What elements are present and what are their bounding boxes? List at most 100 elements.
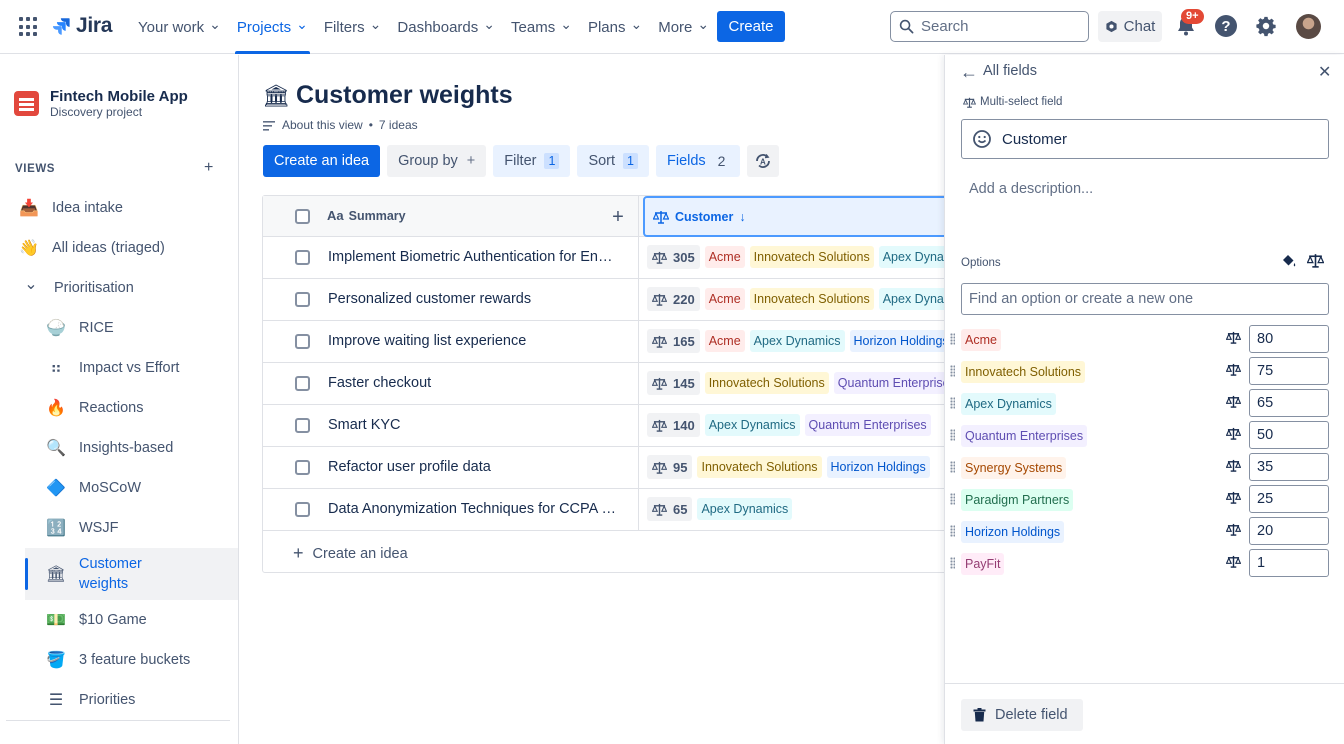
option-weight-input[interactable]: 20	[1249, 517, 1329, 545]
drag-handle-icon[interactable]	[950, 429, 955, 441]
option-tag[interactable]: Quantum Enterprises	[961, 425, 1088, 447]
sidebar-item-10-game[interactable]: 💵 $10 Game	[0, 600, 238, 640]
delete-field-button[interactable]: Delete field	[961, 699, 1083, 731]
option-weight-input[interactable]: 25	[1249, 485, 1329, 513]
option-tag[interactable]: Horizon Holdings	[961, 521, 1065, 543]
find-option-input[interactable]: Find an option or create a new one	[961, 283, 1329, 315]
row-checkbox[interactable]	[295, 502, 310, 517]
sidebar-item-all-ideas-triaged[interactable]: 👋 All ideas (triaged)	[0, 228, 238, 268]
option-weight-input[interactable]: 80	[1249, 325, 1329, 353]
nav-plans[interactable]: Plans ⌄	[580, 0, 650, 54]
sidebar-item-reactions[interactable]: 🔥 Reactions	[0, 388, 238, 428]
autosave-toggle-button[interactable]: A	[747, 145, 780, 177]
sidebar-item-idea-intake[interactable]: 📥 Idea intake	[0, 188, 238, 228]
drag-handle-icon[interactable]	[950, 461, 955, 473]
select-all-checkbox[interactable]	[295, 209, 310, 224]
description-input[interactable]: Add a description...	[969, 181, 1093, 197]
group-by-button[interactable]: Group by +	[387, 145, 487, 177]
sidebar-item-insights-based[interactable]: 🔍 Insights-based	[0, 428, 238, 468]
idea-summary[interactable]: Personalized customer rewards	[328, 291, 618, 307]
field-name-input[interactable]: Customer	[961, 119, 1329, 159]
paint-bucket-icon[interactable]	[1281, 253, 1297, 269]
create-idea-row-button[interactable]: + Create an idea	[293, 543, 408, 564]
row-checkbox[interactable]	[295, 250, 310, 265]
idea-summary[interactable]: Smart KYC	[328, 417, 618, 433]
table-row[interactable]: Implement Biometric Authentication for E…	[263, 237, 944, 279]
nav-projects[interactable]: Projects ⌄	[229, 0, 316, 54]
drag-handle-icon[interactable]	[950, 493, 955, 505]
table-row[interactable]: Refactor user profile data 95 Innovatech S…	[263, 447, 944, 489]
sidebar-item-moscow[interactable]: 🔷 MoSCoW	[0, 468, 238, 508]
nav-more[interactable]: More ⌄	[650, 0, 717, 54]
customer-cell[interactable]: 305 AcmeInnovatech SolutionsApex Dynamics	[647, 245, 944, 269]
sidebar-item-3-feature-buckets[interactable]: 🪣 3 feature buckets	[0, 640, 238, 680]
customer-cell[interactable]: 140 Apex Dynamics Quantum Enterprises	[647, 413, 931, 437]
create-idea-button[interactable]: Create an idea	[263, 145, 381, 177]
create-button[interactable]: Create	[717, 11, 785, 42]
help-icon[interactable]: ?	[1215, 15, 1237, 37]
table-row[interactable]: Faster checkout 145 Innovatech Solutions Qu…	[263, 363, 944, 405]
customer-cell[interactable]: 65 Apex Dynamics	[647, 497, 793, 521]
back-arrow-icon[interactable]: ←	[960, 62, 978, 83]
sort-button[interactable]: Sort 1	[577, 145, 649, 177]
table-row[interactable]: Smart KYC 140 Apex Dynamics Quantum Enterpr…	[263, 405, 944, 447]
drag-handle-icon[interactable]	[950, 525, 955, 537]
search-input[interactable]: Search	[890, 11, 1089, 42]
user-avatar[interactable]	[1296, 14, 1321, 39]
option-weight-input[interactable]: 50	[1249, 421, 1329, 449]
option-tag[interactable]: PayFit	[961, 553, 1005, 575]
table-row[interactable]: Improve waiting list experience 165 Acme Ap…	[263, 321, 944, 363]
weighting-scale-icon[interactable]	[1307, 253, 1324, 268]
customer-cell[interactable]: 95 Innovatech Solutions Horizon Holdings	[647, 455, 930, 479]
sidebar-item-wsjf[interactable]: 🔢 WSJF	[0, 508, 238, 548]
app-switcher-icon[interactable]	[19, 17, 39, 37]
sidebar-item-priorities[interactable]: ☰ Priorities	[0, 680, 238, 720]
drag-handle-icon[interactable]	[950, 397, 955, 409]
idea-summary[interactable]: Improve waiting list experience	[328, 333, 618, 349]
row-checkbox[interactable]	[295, 292, 310, 307]
option-tag[interactable]: Innovatech Solutions	[961, 361, 1086, 383]
add-column-button[interactable]: +	[605, 204, 631, 230]
drag-handle-icon[interactable]	[950, 365, 955, 377]
panel-title[interactable]: All fields	[983, 63, 1037, 79]
customer-cell[interactable]: 220 AcmeInnovatech SolutionsApex Dynamics	[647, 287, 944, 311]
option-tag[interactable]: Synergy Systems	[961, 457, 1067, 479]
customer-column-header[interactable]: Customer ↓	[643, 196, 944, 237]
settings-gear-icon[interactable]	[1255, 15, 1277, 37]
row-checkbox[interactable]	[295, 334, 310, 349]
nav-teams[interactable]: Teams ⌄	[503, 0, 580, 54]
sidebar-item-impact-vs-effort[interactable]: ⠶ Impact vs Effort	[0, 348, 238, 388]
fields-button[interactable]: Fields 2	[655, 145, 741, 177]
drag-handle-icon[interactable]	[950, 557, 955, 569]
close-icon[interactable]: ✕	[1318, 62, 1331, 82]
summary-column-header[interactable]: Aa Summary	[327, 208, 406, 223]
option-weight-input[interactable]: 35	[1249, 453, 1329, 481]
nav-dashboards[interactable]: Dashboards ⌄	[389, 0, 503, 54]
jira-logo[interactable]: Jira	[50, 14, 112, 38]
idea-summary[interactable]: Faster checkout	[328, 375, 618, 391]
drag-handle-icon[interactable]	[950, 333, 955, 345]
option-weight-input[interactable]: 75	[1249, 357, 1329, 385]
nav-filters[interactable]: Filters ⌄	[316, 0, 390, 54]
customer-cell[interactable]: 145 Innovatech Solutions Quantum Enterpris…	[647, 371, 944, 395]
row-checkbox[interactable]	[295, 460, 310, 475]
option-weight-input[interactable]: 65	[1249, 389, 1329, 417]
project-name[interactable]: Fintech Mobile App	[50, 88, 188, 105]
about-view-link[interactable]: About this view	[282, 118, 363, 132]
row-checkbox[interactable]	[295, 418, 310, 433]
project-avatar-icon[interactable]	[14, 91, 39, 116]
add-view-button[interactable]: +	[204, 159, 213, 177]
table-row[interactable]: Data Anonymization Techniques for CCPA C…	[263, 489, 944, 531]
customer-cell[interactable]: 165 Acme Apex Dynamics Horizon Holdings	[647, 329, 944, 353]
sidebar-item-customer-weights[interactable]: 🏛 Customer weights	[25, 548, 238, 600]
filter-button[interactable]: Filter 1	[493, 145, 571, 177]
sidebar-item-prioritisation[interactable]: ⌄ Prioritisation	[0, 268, 238, 308]
emoji-picker-icon[interactable]	[972, 129, 992, 149]
option-weight-input[interactable]: 1	[1249, 549, 1329, 577]
nav-your-work[interactable]: Your work ⌄	[130, 0, 229, 54]
sidebar-item-rice[interactable]: 🍚 RICE	[0, 308, 238, 348]
page-title-text[interactable]: Customer weights	[296, 81, 513, 110]
idea-summary[interactable]: Refactor user profile data	[328, 459, 618, 475]
option-tag[interactable]: Apex Dynamics	[961, 393, 1056, 415]
idea-summary[interactable]: Implement Biometric Authentication for E…	[328, 249, 618, 265]
